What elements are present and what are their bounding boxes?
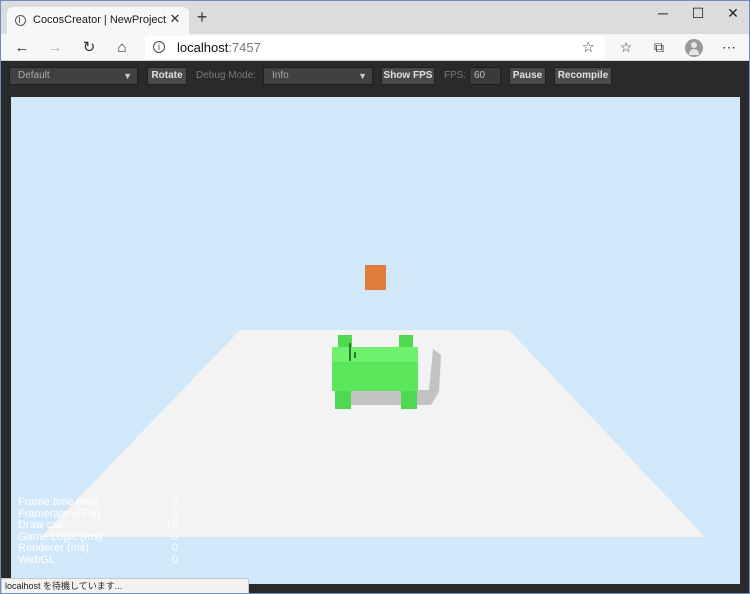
show-fps-button[interactable]: Show FPS bbox=[381, 67, 435, 85]
character-eye-right bbox=[354, 352, 356, 358]
tab-bar: CocosCreator | NewProject ✕ + ─ ☐ ✕ bbox=[1, 1, 749, 34]
address-bar[interactable]: i localhost:7457 ☆ bbox=[145, 36, 605, 59]
cocos-favicon-icon bbox=[15, 15, 26, 26]
tab-cocos-project[interactable]: CocosCreator | NewProject ✕ bbox=[7, 7, 189, 34]
info-icon[interactable]: i bbox=[153, 41, 165, 53]
refresh-icon[interactable]: ↻ bbox=[79, 38, 99, 58]
fps-label: FPS: bbox=[444, 70, 467, 81]
cocos-preview-toolbar: Default ▼ Rotate Debug Mode: Info ▼ Show… bbox=[1, 62, 749, 89]
stat-label: WebGL bbox=[18, 553, 56, 566]
tab-close-icon[interactable]: ✕ bbox=[167, 11, 183, 27]
stat-label: Draw call bbox=[18, 519, 64, 531]
debug-mode-label: Debug Mode: bbox=[196, 70, 257, 81]
stat-value: 0 bbox=[171, 496, 178, 508]
stat-label: Renderer (ms) bbox=[18, 542, 89, 554]
favorites-list-icon[interactable]: ☆ bbox=[617, 39, 635, 56]
stat-row: Frame time (ms) 0 bbox=[18, 496, 178, 509]
url-text: localhost:7457 bbox=[177, 40, 261, 55]
navigation-bar: ← → ↻ ⌂ i localhost:7457 ☆ ☆ ⧉ ⋯ bbox=[1, 34, 749, 61]
stat-value: 0 bbox=[171, 553, 178, 566]
more-menu-icon[interactable]: ⋯ bbox=[720, 39, 738, 56]
character-top bbox=[332, 347, 418, 362]
debug-mode-value: Info bbox=[272, 70, 289, 81]
profiler-stats: Frame time (ms) 0 Framerate (FPS) 0 Draw c… bbox=[18, 496, 178, 567]
stat-value: 0 bbox=[171, 542, 178, 554]
stat-label: Frame time (ms) bbox=[18, 496, 99, 508]
minimize-button[interactable]: ─ bbox=[648, 5, 678, 23]
character-eye-left bbox=[349, 343, 351, 361]
orange-cube bbox=[365, 265, 386, 290]
stat-row: Draw call 10 bbox=[18, 519, 178, 532]
rotate-button[interactable]: Rotate bbox=[147, 67, 187, 85]
new-tab-button[interactable]: + bbox=[194, 8, 210, 26]
device-select[interactable]: Default ▼ bbox=[9, 67, 138, 85]
maximize-button[interactable]: ☐ bbox=[683, 5, 713, 23]
character-right-ear bbox=[399, 335, 413, 349]
character-left-leg bbox=[335, 391, 351, 409]
recompile-button[interactable]: Recompile bbox=[554, 67, 612, 85]
character-body bbox=[332, 362, 418, 391]
stat-row: WebGL 0 bbox=[18, 553, 178, 567]
chevron-down-icon: ▼ bbox=[358, 71, 367, 81]
game-canvas[interactable]: Frame time (ms) 0 Framerate (FPS) 0 Draw c… bbox=[11, 97, 740, 584]
browser-status-bar: localhost を待機しています... bbox=[1, 578, 249, 593]
favorite-star-icon[interactable]: ☆ bbox=[582, 38, 595, 56]
stat-value: 10 bbox=[165, 519, 178, 531]
character-right-leg bbox=[401, 391, 417, 409]
tab-title: CocosCreator | NewProject bbox=[33, 14, 167, 26]
home-icon[interactable]: ⌂ bbox=[112, 38, 132, 58]
pause-button[interactable]: Pause bbox=[509, 67, 546, 85]
debug-mode-select[interactable]: Info ▼ bbox=[263, 67, 373, 85]
collections-icon[interactable]: ⧉ bbox=[650, 39, 668, 56]
profile-avatar-icon[interactable] bbox=[685, 39, 703, 57]
forward-arrow-icon[interactable]: → bbox=[45, 38, 65, 58]
back-arrow-icon[interactable]: ← bbox=[12, 38, 32, 58]
chevron-down-icon: ▼ bbox=[123, 71, 132, 81]
device-select-value: Default bbox=[18, 70, 50, 81]
browser-window: CocosCreator | NewProject ✕ + ─ ☐ ✕ ← → … bbox=[0, 0, 750, 594]
url-host: localhost bbox=[177, 40, 229, 55]
close-window-button[interactable]: ✕ bbox=[718, 5, 748, 23]
stat-row: Renderer (ms) 0 bbox=[18, 542, 178, 555]
url-port: :7457 bbox=[228, 40, 261, 55]
fps-input[interactable]: 60 bbox=[469, 67, 501, 85]
